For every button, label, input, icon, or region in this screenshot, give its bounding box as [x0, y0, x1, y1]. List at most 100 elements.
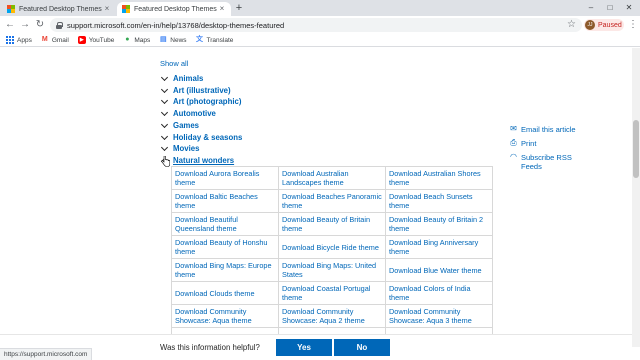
rss-link[interactable]: ◠ Subscribe RSS Feeds	[509, 150, 579, 172]
side-link-label: Email this article	[521, 124, 576, 134]
tab-title: Featured Desktop Themes - Win	[19, 5, 103, 13]
microsoft-logo-icon	[7, 5, 15, 13]
theme-download-link[interactable]: Download Bing Maps: Europe theme	[171, 258, 279, 282]
chevron-down-icon	[160, 97, 169, 106]
theme-download-link[interactable]: Download Coastal Portugal theme	[278, 281, 386, 305]
chevron-down-icon	[160, 74, 169, 83]
page-scrollbar[interactable]	[632, 48, 640, 347]
bookmark-youtube[interactable]: ▶ YouTube	[77, 36, 115, 44]
theme-download-link[interactable]: Download Baltic Beaches theme	[171, 189, 279, 213]
theme-download-link[interactable]: Download Beauty of Britain 2 theme	[385, 212, 493, 236]
bookmark-label: News	[170, 36, 187, 44]
tab-close-icon[interactable]: ×	[103, 5, 111, 13]
print-link[interactable]: ⎙ Print	[509, 136, 629, 150]
status-bar-url: https://support.microsoft.com	[0, 348, 93, 360]
profile-button[interactable]: JJ Paused	[584, 19, 624, 31]
table-row: Download Community Showcase: Aqua theme D…	[171, 304, 493, 328]
category-label: Movies	[173, 144, 200, 153]
theme-download-link[interactable]: Download Beauty of Honshu theme	[171, 235, 279, 259]
avatar: JJ	[585, 20, 595, 30]
side-link-label: Print	[521, 138, 537, 148]
bookmark-apps[interactable]: Apps	[6, 36, 32, 44]
theme-download-link[interactable]: Download Community Showcase: Aqua 2 them…	[278, 304, 386, 328]
bookmark-label: Translate	[206, 36, 234, 44]
browser-toolbar: ← → ↻ support.microsoft.com/en-in/help/1…	[0, 16, 640, 34]
address-url: support.microsoft.com/en-in/help/13768/d…	[67, 20, 285, 30]
table-row: Download Baltic Beaches theme Download Be…	[171, 189, 493, 213]
apps-icon	[6, 36, 14, 44]
category-label: Animals	[173, 74, 204, 83]
theme-download-link[interactable]: Download Blue Water theme	[385, 258, 493, 282]
translate-icon: 文	[196, 36, 204, 43]
bookmark-label: Maps	[134, 36, 151, 44]
theme-download-link[interactable]: Download Bicycle Ride theme	[278, 235, 386, 259]
address-bar[interactable]: support.microsoft.com/en-in/help/13768/d…	[50, 18, 582, 32]
theme-download-link[interactable]: Download Colors of India theme	[385, 281, 493, 305]
bookmark-gmail[interactable]: M Gmail	[41, 36, 69, 44]
chevron-down-icon	[160, 121, 169, 130]
youtube-icon: ▶	[77, 36, 86, 44]
table-row: Download Beauty of Honshu theme Download …	[171, 235, 493, 259]
table-row: Download Clouds theme Download Coastal Po…	[171, 281, 493, 305]
category-holiday-seasons[interactable]: Holiday & seasons	[160, 132, 242, 143]
rss-icon: ◠	[510, 152, 517, 161]
theme-download-link[interactable]: Download Australian Shores theme	[385, 166, 493, 190]
menu-kebab-icon[interactable]: ⋮	[628, 19, 638, 31]
bookmark-translate[interactable]: 文 Translate	[196, 36, 234, 44]
bookmark-label: Gmail	[51, 36, 69, 44]
theme-download-link[interactable]: Download Community Showcase: Aqua 3 them…	[385, 304, 493, 328]
theme-download-link[interactable]: Download Clouds theme	[171, 281, 279, 305]
chevron-down-icon	[160, 109, 169, 118]
tab-strip: Featured Desktop Themes - Win × Featured…	[0, 0, 640, 16]
theme-download-link[interactable]: Download Bing Maps: United States	[278, 258, 386, 282]
theme-download-link[interactable]: Download Community Showcase: Aqua theme	[171, 304, 279, 328]
category-art-illustrative[interactable]: Art (illustrative)	[160, 85, 231, 96]
show-all-link[interactable]: Show all	[160, 59, 188, 68]
scrollbar-thumb[interactable]	[633, 120, 639, 178]
no-button[interactable]: No	[334, 339, 390, 356]
forward-arrow-icon[interactable]: →	[19, 19, 31, 31]
bookmark-star-icon[interactable]: ☆	[567, 19, 576, 31]
theme-download-link[interactable]: Download Beautiful Queensland theme	[171, 212, 279, 236]
yes-button[interactable]: Yes	[276, 339, 332, 356]
category-art-photographic[interactable]: Art (photographic)	[160, 96, 241, 107]
close-window-button[interactable]: ✕	[620, 0, 638, 16]
feedback-question: Was this information helpful?	[160, 343, 260, 352]
back-arrow-icon[interactable]: ←	[4, 19, 16, 31]
category-movies[interactable]: Movies	[160, 143, 199, 154]
feedback-bar: Was this information helpful? Yes No	[0, 334, 632, 360]
category-label: Games	[173, 121, 200, 130]
print-icon: ⎙	[510, 138, 517, 147]
email-icon: ✉	[510, 124, 517, 133]
theme-download-link[interactable]: Download Bing Anniversary theme	[385, 235, 493, 259]
lock-icon	[56, 21, 63, 29]
category-animals[interactable]: Animals	[160, 73, 203, 84]
bookmarks-bar: Apps M Gmail ▶ YouTube ● Maps ▤ News 文 T…	[0, 34, 640, 47]
tab-close-icon[interactable]: ×	[218, 5, 226, 13]
gmail-icon: M	[41, 36, 48, 43]
minimize-button[interactable]: –	[582, 0, 600, 16]
article-side-links: ✉ Email this article ⎙ Print ◠ Subscribe…	[509, 122, 629, 172]
theme-download-link[interactable]: Download Australian Landscapes theme	[278, 166, 386, 190]
theme-download-link[interactable]: Download Beaches Panoramic theme	[278, 189, 386, 213]
bookmark-label: YouTube	[88, 36, 115, 44]
tab-featured-themes-1[interactable]: Featured Desktop Themes - Win ×	[2, 2, 116, 16]
email-article-link[interactable]: ✉ Email this article	[509, 122, 629, 136]
category-label: Art (photographic)	[173, 97, 242, 106]
category-automotive[interactable]: Automotive	[160, 108, 216, 119]
reload-icon[interactable]: ↻	[34, 19, 46, 31]
tab-featured-themes-2[interactable]: Featured Desktop Themes - Win ×	[117, 2, 231, 16]
category-natural-wonders[interactable]: Natural wonders	[160, 155, 234, 166]
maximize-button[interactable]: □	[601, 0, 619, 16]
category-games[interactable]: Games	[160, 120, 199, 131]
theme-download-link[interactable]: Download Beach Sunsets theme	[385, 189, 493, 213]
category-label: Holiday & seasons	[173, 133, 243, 142]
bookmark-news[interactable]: ▤ News	[159, 36, 187, 44]
bookmark-maps[interactable]: ● Maps	[123, 36, 150, 44]
category-label: Automotive	[173, 109, 216, 118]
table-row: Download Beautiful Queensland theme Downl…	[171, 212, 493, 236]
theme-download-link[interactable]: Download Beauty of Britain theme	[278, 212, 386, 236]
news-icon: ▤	[159, 36, 167, 43]
theme-download-link[interactable]: Download Aurora Borealis theme	[171, 166, 279, 190]
new-tab-button[interactable]: +	[234, 2, 244, 14]
